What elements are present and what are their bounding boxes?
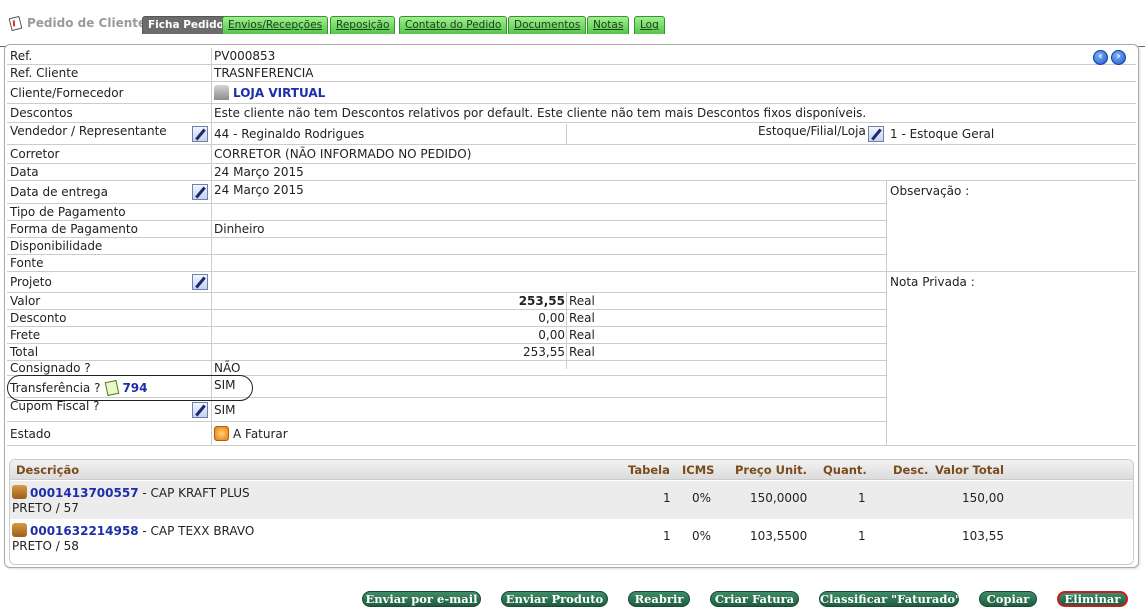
row-data-entrega: Data de entrega 24 Março 2015 (7, 181, 886, 204)
forma-pagamento-value: Dinheiro (214, 222, 265, 236)
edit-entrega-icon[interactable] (192, 184, 208, 200)
row-fonte: Fonte (7, 255, 1136, 272)
order-document-icon (8, 15, 23, 31)
tab-log[interactable]: Log (634, 16, 665, 34)
tab-ficha-pedido[interactable]: Ficha Pedido (142, 16, 230, 34)
delete-button[interactable]: Eliminar (1057, 591, 1128, 607)
previous-record-icon[interactable]: ‹ (1093, 50, 1108, 65)
edit-cupom-icon[interactable] (192, 402, 208, 418)
client-link[interactable]: LOJA VIRTUAL (233, 86, 325, 100)
row-disponibilidade: Disponibilidade (7, 238, 886, 255)
tab-documentos[interactable]: Documentos (508, 16, 587, 34)
tab-reposicao[interactable]: Reposição (330, 16, 396, 34)
row-ref-cliente: Ref. Cliente TRASNFERENCIA (7, 65, 1136, 82)
cupom-value: SIM (214, 402, 236, 417)
descontos-value: Este cliente não tem Descontos relativos… (214, 106, 867, 120)
copy-button[interactable]: Copiar (979, 591, 1037, 607)
product-link[interactable]: 0001632214958 (30, 524, 139, 538)
row-desconto: Desconto 0,00 Real (7, 310, 886, 327)
entrega-value: 24 Março 2015 (214, 183, 304, 197)
desconto-amount: 0,00 (538, 311, 565, 325)
client-icon (214, 85, 229, 100)
row-valor: Valor 253,55 Real (7, 293, 886, 310)
nota-privada-label: Nota Privada : (890, 275, 975, 289)
row-ref: Ref. PV000853 ‹ › (7, 48, 1136, 65)
row-tipo-pagamento: Tipo de Pagamento (7, 204, 886, 221)
items-header: Descrição Tabela ICMS Preço Unit. Quant.… (10, 460, 1133, 480)
row-frete: Frete 0,00 Real (7, 327, 886, 344)
product-box-icon (12, 485, 27, 499)
row-cupom: Cupom Fiscal ? SIM (7, 398, 886, 422)
hourglass-icon (214, 426, 229, 441)
product-link[interactable]: 0001413700557 (30, 486, 139, 500)
row-data: Data 24 Março 2015 (7, 164, 1136, 181)
edit-estoque-icon[interactable] (868, 126, 884, 142)
corretor-value: CORRETOR (NÃO INFORMADO NO PEDIDO) (214, 147, 472, 161)
row-corretor: Corretor CORRETOR (NÃO INFORMADO NO PEDI… (7, 145, 1136, 164)
ref-cliente-value: TRASNFERENCIA (214, 66, 314, 80)
row-forma-pagamento: Forma de Pagamento Dinheiro (7, 221, 886, 238)
tab-envios-recepcoes[interactable]: Envios/Recepções (222, 16, 329, 34)
row-estado: Estado A Faturar (7, 422, 1136, 446)
edit-projeto-icon[interactable] (192, 274, 208, 290)
tab-bar: Pedido de Cliente Ficha Pedido Envios/Re… (0, 12, 1145, 47)
tab-notas[interactable]: Notas (587, 16, 630, 34)
observacao-label: Observação : (890, 184, 970, 198)
ref-value: PV000853 (214, 49, 276, 63)
tab-page-title: Pedido de Cliente (8, 15, 146, 31)
row-vendedor: Vendedor / Representante 44 - Reginaldo … (7, 123, 1136, 145)
total-amount: 253,55 (523, 345, 565, 359)
product-box-icon (12, 523, 27, 537)
data-value: 24 Março 2015 (214, 165, 304, 179)
row-total: Total 253,55 Real (7, 344, 886, 361)
estado-value: A Faturar (233, 426, 288, 441)
consignado-value: NÃO (214, 361, 241, 375)
edit-vendedor-icon[interactable] (192, 126, 208, 142)
valor-amount: 253,55 (518, 294, 565, 308)
reopen-button[interactable]: Reabrir (628, 591, 690, 607)
items-table: Descrição Tabela ICMS Preço Unit. Quant.… (9, 459, 1134, 565)
next-record-icon[interactable]: › (1111, 50, 1126, 65)
row-projeto: Projeto (7, 272, 886, 293)
vendedor-value: 44 - Reginaldo Rodrigues (214, 126, 365, 141)
row-consignado: Consignado ? NÃO (7, 361, 886, 376)
table-row: 0001413700557 - CAP KRAFT PLUS PRETO / 5… (10, 481, 1133, 519)
send-product-button[interactable]: Enviar Produto (501, 591, 608, 607)
row-descontos: Descontos Este cliente não tem Descontos… (7, 104, 1136, 123)
order-card: Ref. PV000853 ‹ › Ref. Cliente TRASNFERE… (4, 44, 1139, 568)
estoque-value: 1 - Estoque Geral (890, 126, 995, 141)
order-detail-grid: Ref. PV000853 ‹ › Ref. Cliente TRASNFERE… (7, 48, 1136, 446)
create-invoice-button[interactable]: Criar Fatura (710, 591, 799, 607)
send-email-button[interactable]: Enviar por e-mail (362, 591, 481, 607)
classify-invoiced-button[interactable]: Classificar "Faturado" (819, 591, 961, 607)
row-cliente: Cliente/Fornecedor LOJA VIRTUAL (7, 82, 1136, 104)
frete-amount: 0,00 (538, 328, 565, 342)
tab-contato-pedido[interactable]: Contato do Pedido (399, 16, 508, 34)
table-row: 0001632214958 - CAP TEXX BRAVO PRETO / 5… (12, 523, 1004, 553)
